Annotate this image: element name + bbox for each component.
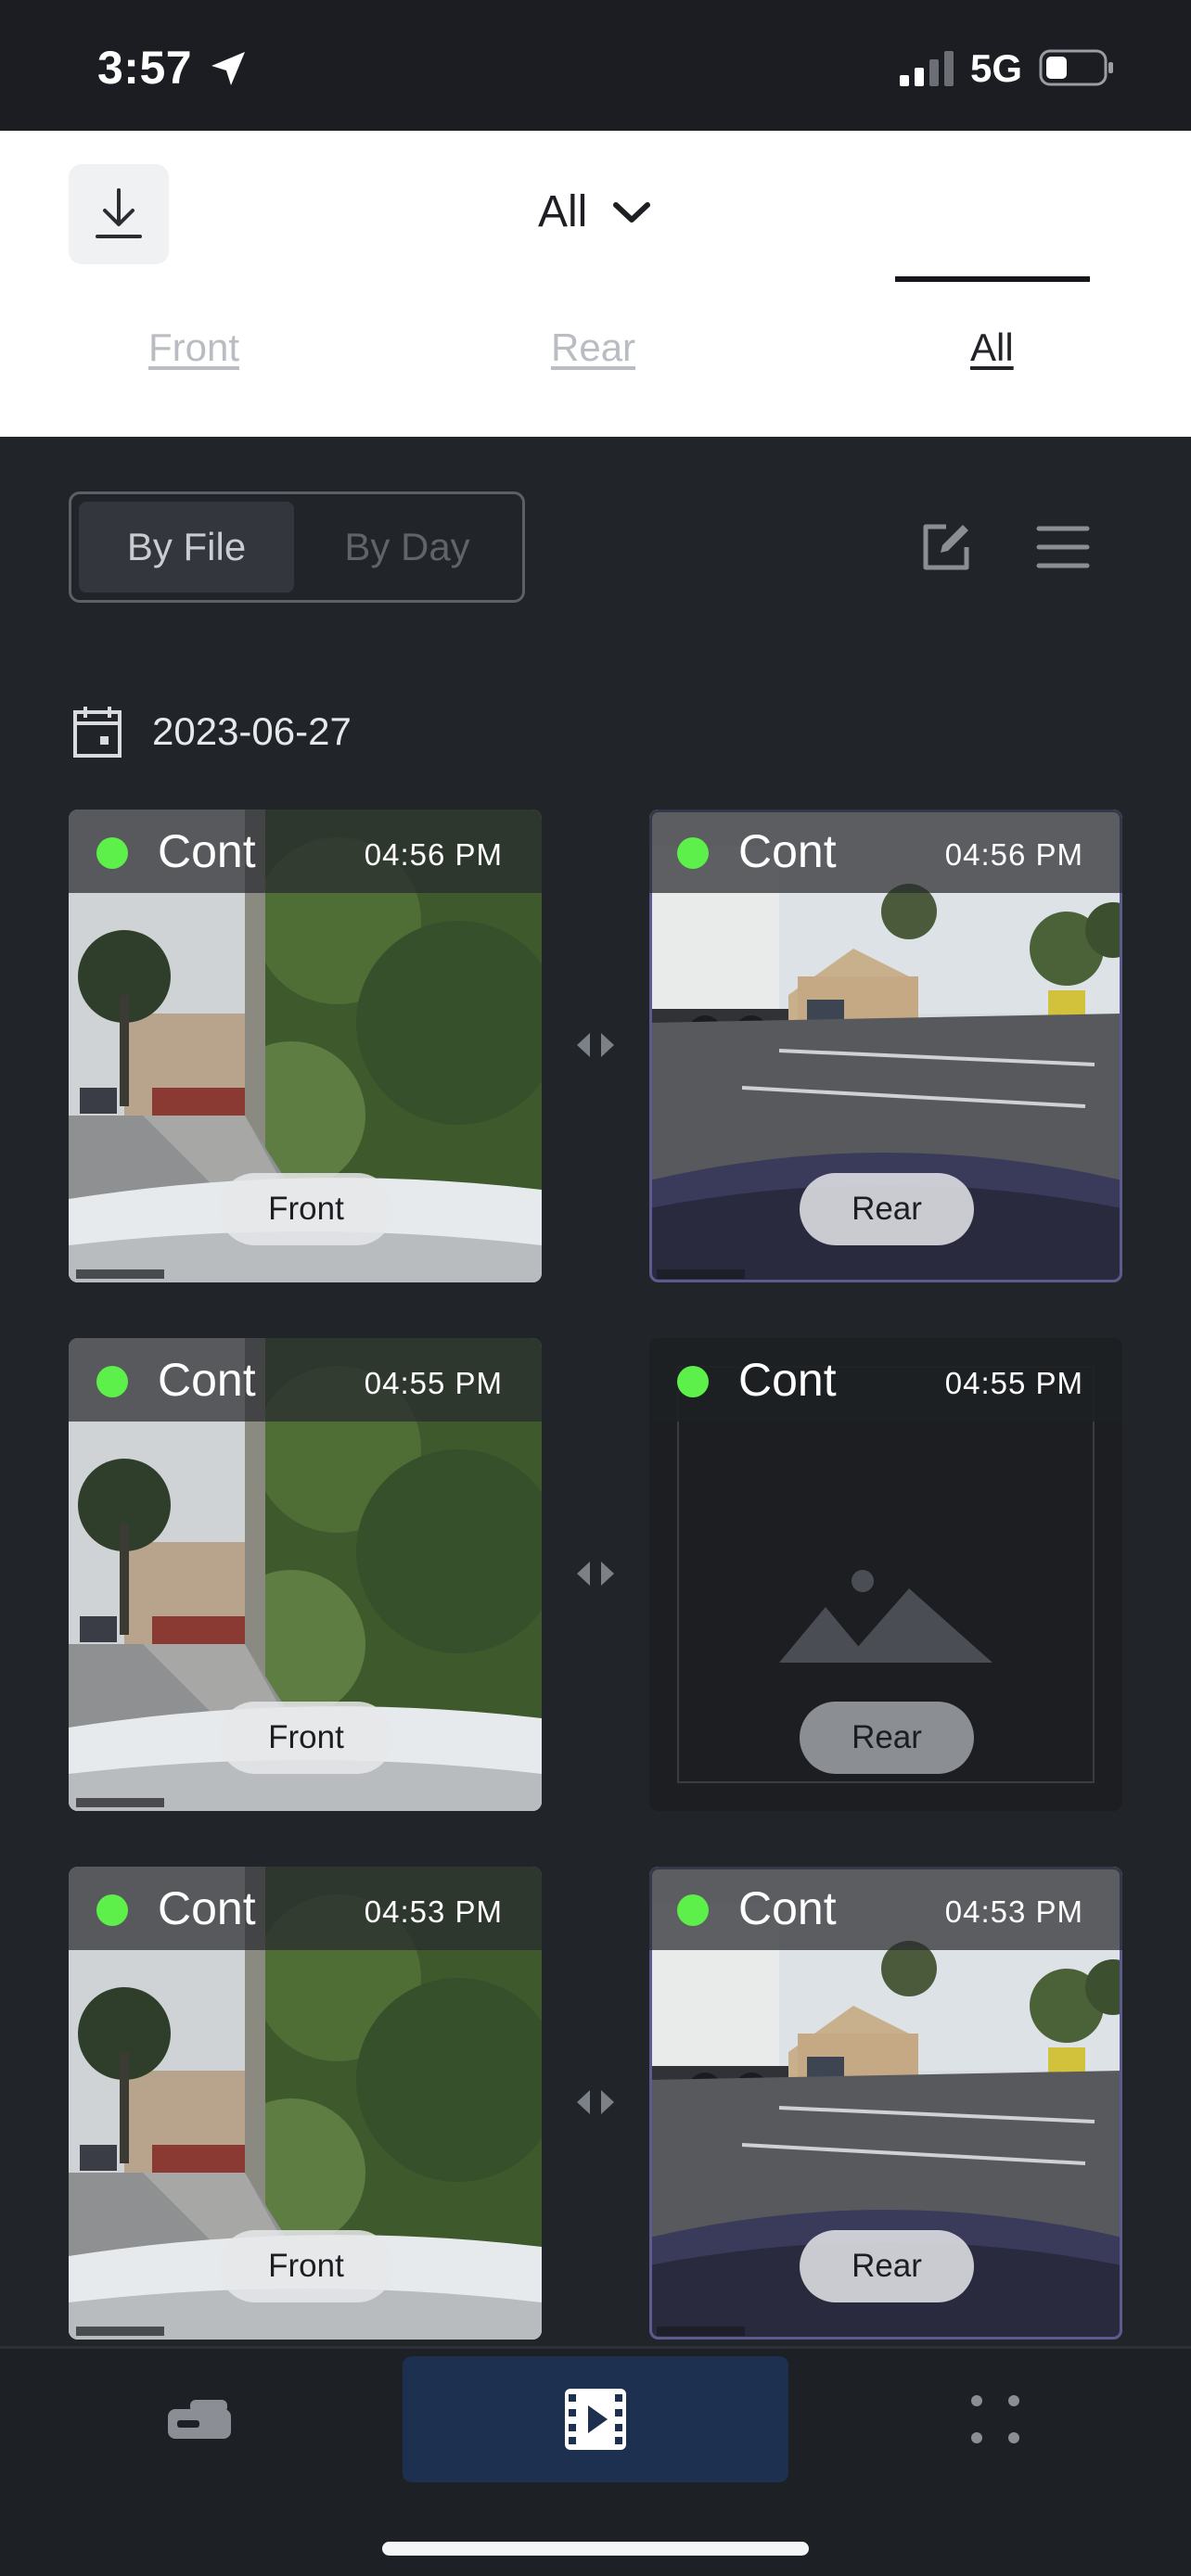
clip-time: 04:53 PM <box>364 1894 503 1929</box>
clip-type: Cont <box>158 1354 256 1406</box>
clip-time: 04:55 PM <box>364 1366 503 1400</box>
thumbnail-watermark <box>76 1269 164 1279</box>
filter-label: All <box>538 187 588 236</box>
clip-type: Cont <box>158 1882 256 1934</box>
dashcam-icon <box>168 2400 231 2439</box>
thumbnail-watermark <box>657 1269 745 1279</box>
clip-card-front[interactable]: Cont 04:56 PM Front <box>69 810 542 1282</box>
swap-arrows-icon[interactable] <box>573 2086 618 2118</box>
by-day-button[interactable]: By Day <box>300 502 515 593</box>
camera-label: Front <box>219 1173 393 1245</box>
signal-icon <box>900 51 954 86</box>
calendar-icon <box>73 707 122 758</box>
location-arrow-icon <box>211 52 245 85</box>
date-label: 2023-06-27 <box>152 709 352 753</box>
swap-arrows-icon[interactable] <box>573 1558 618 1589</box>
clip-type: Cont <box>738 1354 837 1406</box>
clip-card-rear[interactable]: Cont 04:56 PM Rear <box>649 810 1122 1282</box>
chevron-down-icon <box>613 201 651 223</box>
clip-type: Cont <box>738 825 837 877</box>
edit-icon[interactable] <box>918 519 974 575</box>
camera-label: Front <box>219 1702 393 1774</box>
status-dot <box>96 1894 128 1926</box>
view-mode-toggle: By File By Day <box>69 491 525 603</box>
more-grid-icon <box>971 2395 1019 2443</box>
camera-label: Rear <box>800 1173 974 1245</box>
by-file-button[interactable]: By File <box>79 502 294 593</box>
clip-time: 04:53 PM <box>944 1894 1083 1929</box>
clip-card-rear[interactable]: Cont 04:55 PM Rear <box>649 1338 1122 1811</box>
clip-type: Cont <box>738 1882 837 1934</box>
thumbnail-watermark <box>76 1798 164 1807</box>
thumbnail-watermark <box>657 2327 745 2336</box>
tab-all[interactable]: All <box>970 325 1014 370</box>
filter-dropdown[interactable]: All <box>538 186 652 237</box>
active-tab-indicator <box>895 276 1090 282</box>
tab-rear[interactable]: Rear <box>551 325 635 370</box>
clip-type: Cont <box>158 825 256 877</box>
clip-time: 04:55 PM <box>944 1366 1083 1400</box>
film-play-icon <box>565 2389 626 2450</box>
status-dot <box>677 1894 709 1926</box>
camera-label: Rear <box>800 1702 974 1774</box>
clip-card-front[interactable]: Cont 04:55 PM Front <box>69 1338 542 1811</box>
network-label: 5G <box>970 46 1023 90</box>
download-icon <box>96 188 142 238</box>
clip-card-front[interactable]: Cont 04:53 PM Front <box>69 1867 542 2340</box>
camera-tabs: Front Rear All <box>0 325 1191 409</box>
status-bar: 3:57 5G <box>0 0 1191 131</box>
clip-time: 04:56 PM <box>944 837 1083 872</box>
clip-card-rear[interactable]: Cont 04:53 PM Rear <box>649 1867 1122 2340</box>
nav-dashcam[interactable] <box>93 2356 306 2482</box>
date-header: 2023-06-27 <box>72 705 352 759</box>
status-dot <box>677 1366 709 1397</box>
camera-label: Front <box>219 2230 393 2302</box>
menu-icon[interactable] <box>1035 519 1091 575</box>
swap-arrows-icon[interactable] <box>573 1029 618 1061</box>
status-dot <box>96 1366 128 1397</box>
nav-album[interactable] <box>403 2356 788 2482</box>
status-dot <box>96 837 128 869</box>
nav-more[interactable] <box>889 2356 1102 2482</box>
battery-icon <box>1039 49 1113 86</box>
download-button[interactable] <box>69 164 169 264</box>
header: All Front Rear All <box>0 131 1191 437</box>
home-indicator <box>382 2542 809 2556</box>
thumbnail-watermark <box>76 2327 164 2336</box>
clip-time: 04:56 PM <box>364 837 503 872</box>
camera-label: Rear <box>800 2230 974 2302</box>
status-time: 3:57 <box>97 42 193 94</box>
tab-front[interactable]: Front <box>148 325 239 370</box>
status-dot <box>677 837 709 869</box>
